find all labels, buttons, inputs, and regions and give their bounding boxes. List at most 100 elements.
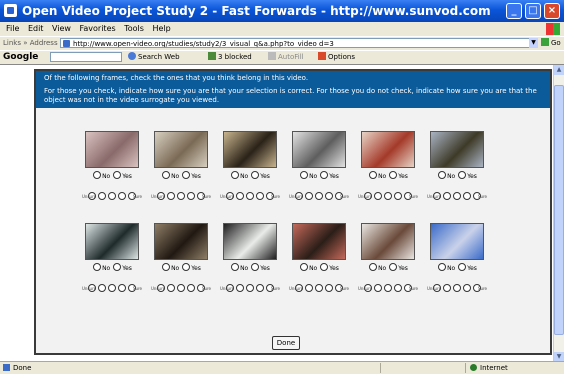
certainty-radio[interactable]: [384, 192, 392, 200]
no-label: No: [171, 173, 180, 180]
yes-no-row: No Yes: [354, 263, 422, 273]
certainty-radio[interactable]: [305, 192, 313, 200]
yes-radio[interactable]: [251, 171, 260, 179]
no-radio[interactable]: [93, 171, 102, 179]
certainty-radio[interactable]: [167, 284, 175, 292]
go-button[interactable]: Go: [541, 37, 563, 49]
certainty-radio[interactable]: [443, 192, 451, 200]
ie-app-icon: [4, 4, 17, 17]
yes-label: Yes: [467, 265, 477, 272]
study-page: Of the following frames, check the ones …: [34, 69, 552, 355]
no-radio[interactable]: [231, 263, 240, 271]
maximize-button[interactable]: □: [525, 3, 541, 19]
yes-radio[interactable]: [113, 171, 122, 179]
certainty-radio[interactable]: [108, 192, 116, 200]
google-search-input[interactable]: [50, 52, 122, 62]
vertical-scrollbar[interactable]: ▲ ▼: [553, 65, 564, 362]
no-radio[interactable]: [369, 171, 378, 179]
menu-file[interactable]: File: [6, 22, 19, 36]
options-button[interactable]: Options: [318, 51, 355, 64]
yes-radio[interactable]: [251, 263, 260, 271]
yes-radio[interactable]: [389, 263, 398, 271]
certainty-radio[interactable]: [394, 284, 402, 292]
certainty-radio[interactable]: [315, 192, 323, 200]
address-dropdown-icon[interactable]: ▼: [529, 38, 538, 48]
done-button[interactable]: Done: [272, 336, 300, 350]
certainty-radio[interactable]: [325, 192, 333, 200]
minimize-button[interactable]: _: [506, 3, 522, 19]
certainty-radio[interactable]: [443, 284, 451, 292]
no-radio[interactable]: [231, 171, 240, 179]
address-input[interactable]: http://www.open-video.org/studies/study2…: [60, 38, 538, 48]
yes-no-row: No Yes: [216, 171, 284, 181]
no-radio[interactable]: [162, 171, 171, 179]
sure-label: Sure: [339, 194, 349, 199]
scroll-thumb[interactable]: [554, 85, 564, 335]
yes-radio[interactable]: [458, 171, 467, 179]
certainty-radio[interactable]: [98, 284, 106, 292]
certainty-radio[interactable]: [187, 284, 195, 292]
close-button[interactable]: ×: [544, 3, 560, 19]
menu-view[interactable]: View: [52, 22, 71, 36]
frame-pink-speckled: [85, 131, 139, 168]
certainty-radio[interactable]: [108, 284, 116, 292]
certainty-radio[interactable]: [177, 284, 185, 292]
no-radio[interactable]: [438, 263, 447, 271]
yes-label: Yes: [191, 265, 201, 272]
sure-label: Sure: [477, 286, 487, 291]
certainty-radio[interactable]: [187, 192, 195, 200]
frame-statue-head: [223, 131, 277, 168]
no-radio[interactable]: [438, 171, 447, 179]
popup-blocked-button[interactable]: 3 blocked: [208, 51, 252, 64]
certainty-radio[interactable]: [236, 284, 244, 292]
menu-tools[interactable]: Tools: [124, 22, 144, 36]
certainty-radio[interactable]: [118, 192, 126, 200]
certainty-radio[interactable]: [463, 192, 471, 200]
menu-edit[interactable]: Edit: [28, 22, 44, 36]
menu-help[interactable]: Help: [152, 22, 170, 36]
no-radio[interactable]: [162, 263, 171, 271]
certainty-radio[interactable]: [98, 192, 106, 200]
yes-radio[interactable]: [458, 263, 467, 271]
autofill-button[interactable]: AutoFill: [268, 51, 304, 64]
certainty-radio[interactable]: [384, 284, 392, 292]
yes-radio[interactable]: [182, 171, 191, 179]
no-radio[interactable]: [369, 263, 378, 271]
search-web-button[interactable]: Search Web: [128, 51, 180, 64]
no-label: No: [240, 265, 249, 272]
browser-viewport: Of the following frames, check the ones …: [0, 64, 564, 362]
certainty-radio[interactable]: [118, 284, 126, 292]
certainty-radio[interactable]: [453, 284, 461, 292]
sure-label: Sure: [408, 194, 418, 199]
certainty-radio[interactable]: [453, 192, 461, 200]
certainty-radio[interactable]: [236, 192, 244, 200]
certainty-radio[interactable]: [246, 284, 254, 292]
no-radio[interactable]: [93, 263, 102, 271]
certainty-radio[interactable]: [256, 284, 264, 292]
certainty-radio[interactable]: [463, 284, 471, 292]
menu-favorites[interactable]: Favorites: [80, 22, 116, 36]
certainty-radio[interactable]: [246, 192, 254, 200]
sure-label: Sure: [201, 286, 211, 291]
blocked-label: 3 blocked: [218, 53, 252, 61]
certainty-radio[interactable]: [167, 192, 175, 200]
window-title: Open Video Project Study 2 - Fast Forwar…: [22, 4, 491, 18]
yes-radio[interactable]: [113, 263, 122, 271]
autofill-label: AutoFill: [278, 53, 304, 61]
certainty-radio[interactable]: [256, 192, 264, 200]
certainty-radio[interactable]: [315, 284, 323, 292]
certainty-radio[interactable]: [374, 284, 382, 292]
certainty-radio[interactable]: [374, 192, 382, 200]
no-label: No: [378, 173, 387, 180]
yes-radio[interactable]: [389, 171, 398, 179]
yes-radio[interactable]: [320, 263, 329, 271]
yes-radio[interactable]: [182, 263, 191, 271]
scroll-up-icon[interactable]: ▲: [554, 65, 564, 75]
certainty-radio[interactable]: [177, 192, 185, 200]
certainty-radio[interactable]: [305, 284, 313, 292]
yes-radio[interactable]: [320, 171, 329, 179]
certainty-radio[interactable]: [325, 284, 333, 292]
no-radio[interactable]: [300, 263, 309, 271]
certainty-radio[interactable]: [394, 192, 402, 200]
no-radio[interactable]: [300, 171, 309, 179]
